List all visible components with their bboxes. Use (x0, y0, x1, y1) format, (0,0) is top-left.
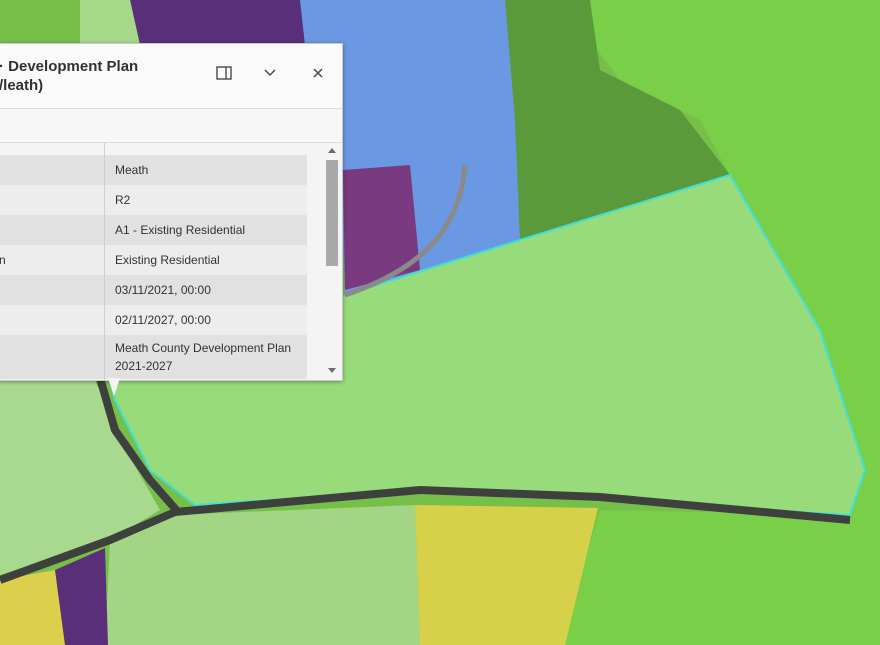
table-row: 02/11/2027, 00:00 (0, 305, 307, 335)
attribute-key (0, 335, 103, 379)
attribute-value: A1 - Existing Residential (115, 223, 246, 237)
popup-header: · Development Plan /leath) (0, 44, 342, 109)
attribute-value: Meath (115, 163, 149, 177)
attribute-value: Existing Residential (115, 253, 220, 267)
attribute-value: 03/11/2021, 00:00 (115, 283, 211, 297)
attribute-key (0, 185, 103, 215)
zone-yellow-sw[interactable] (0, 570, 65, 645)
dock-icon (216, 66, 232, 80)
feature-popup: · Development Plan /leath) Meath R2 A1 -… (0, 43, 343, 381)
zone-purple-north[interactable] (130, 0, 305, 45)
zone-purple-central[interactable] (343, 165, 420, 290)
table-row: n Existing Residential (0, 245, 307, 275)
dock-button[interactable] (211, 60, 237, 86)
attribute-value: R2 (115, 193, 131, 207)
table-row: Meath County Development Plan 2021-2027 (0, 335, 307, 379)
attribute-value: 02/11/2027, 00:00 (115, 313, 211, 327)
close-button[interactable] (305, 60, 331, 86)
attribute-key: n (0, 253, 6, 267)
popup-toolbar (0, 109, 342, 143)
chevron-down-icon (264, 69, 276, 77)
popup-pointer (108, 378, 120, 396)
popup-scrollbar[interactable] (324, 148, 340, 378)
collapse-button[interactable] (257, 60, 283, 86)
table-row: R2 (0, 185, 307, 215)
zone-light-green-nw[interactable] (80, 0, 140, 45)
table-row: Meath (0, 155, 307, 185)
close-icon (313, 68, 323, 78)
attribute-key (0, 275, 103, 305)
scroll-thumb[interactable] (326, 160, 338, 266)
scroll-up-icon[interactable] (328, 148, 336, 153)
attribute-table: Meath R2 A1 - Existing Residential n Exi… (0, 143, 342, 380)
attribute-key (0, 305, 103, 335)
scroll-down-icon[interactable] (328, 368, 336, 373)
column-divider (104, 143, 105, 380)
table-row: A1 - Existing Residential (0, 215, 307, 245)
attribute-key (0, 155, 103, 185)
attribute-key (0, 215, 103, 245)
popup-title: · Development Plan /leath) (0, 58, 139, 94)
attribute-value: Meath County Development Plan 2021-2027 (115, 341, 292, 373)
table-row: 03/11/2021, 00:00 (0, 275, 307, 305)
